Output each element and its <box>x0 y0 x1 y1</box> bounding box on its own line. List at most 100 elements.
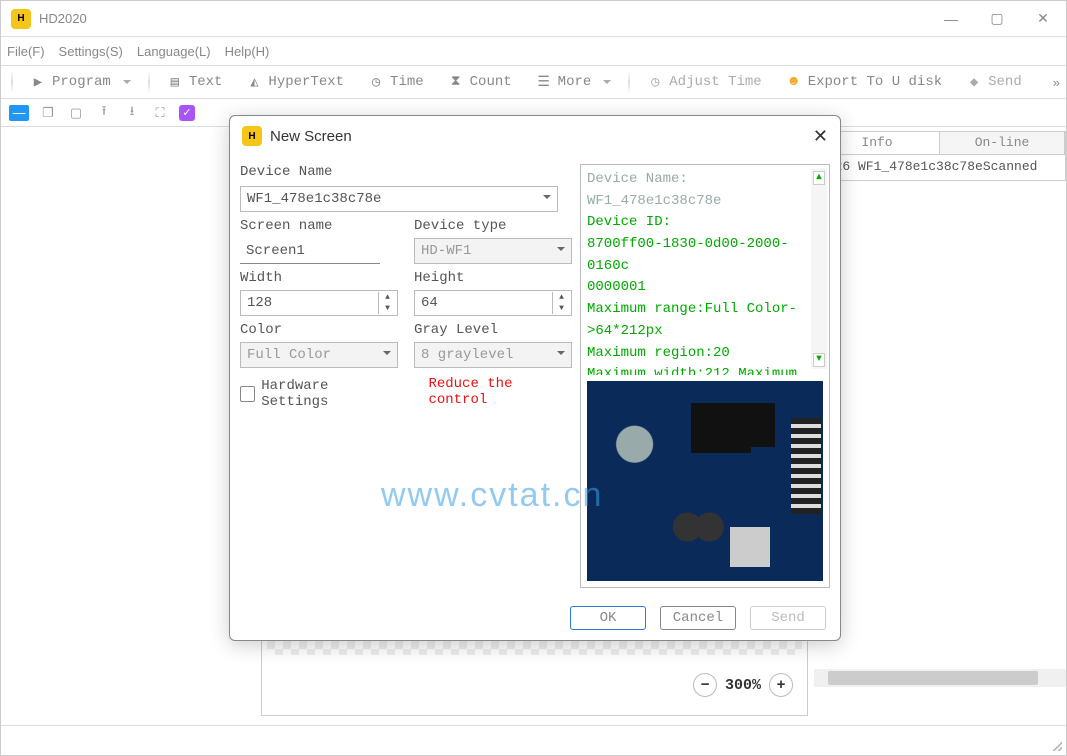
more-label: More <box>558 74 592 90</box>
count-button[interactable]: ⧗ Count <box>437 68 523 96</box>
dialog-send-button[interactable]: Send <box>750 606 826 630</box>
device-type-label: Device type <box>414 218 572 234</box>
dialog-close-button[interactable]: ✕ <box>813 126 828 147</box>
menu-settings[interactable]: Settings(S) <box>59 44 123 59</box>
hardware-settings-label: Hardware Settings <box>261 378 396 410</box>
reduce-note: Reduce the control <box>428 376 572 408</box>
text-button[interactable]: ▤ Text <box>156 68 234 96</box>
info-content: 3:26 WF1_478e1c38c78eScanned <box>814 155 1066 181</box>
close-button[interactable]: ✕ <box>1020 1 1066 37</box>
spin-down-icon[interactable]: ▼ <box>552 303 570 314</box>
menu-file[interactable]: File(F) <box>7 44 45 59</box>
sub-tool-expand-icon[interactable]: ⛶ <box>151 104 169 122</box>
hourglass-icon: ⧗ <box>448 74 464 90</box>
info-scrollbar[interactable]: ▴ ▾ <box>811 169 827 369</box>
app-title: HD2020 <box>39 11 87 26</box>
sub-tool-up-icon[interactable]: ⭱ <box>95 104 113 122</box>
sub-tool-screen-icon[interactable]: — <box>9 105 29 121</box>
info-line: Maximum region:20 <box>587 343 823 365</box>
sub-tool-check-icon[interactable]: ✓ <box>179 105 195 121</box>
device-name-label: Device Name <box>240 164 572 180</box>
clock-icon: ◷ <box>368 74 384 90</box>
menu-language[interactable]: Language(L) <box>137 44 211 59</box>
info-line: 0000001 <box>587 277 823 299</box>
hardware-settings-checkbox[interactable] <box>240 386 255 402</box>
export-icon: ☻ <box>786 74 802 90</box>
dialog-icon: H <box>242 126 262 146</box>
send-button[interactable]: ◆ Send <box>955 68 1033 96</box>
text-icon: ▤ <box>167 74 183 90</box>
time-button[interactable]: ◷ Time <box>357 68 435 96</box>
cancel-button[interactable]: Cancel <box>660 606 736 630</box>
toolbar: ▶ Program ▤ Text ◭ HyperText ◷ Time ⧗ Co… <box>1 65 1066 99</box>
text-label: Text <box>189 74 223 90</box>
new-screen-dialog: H New Screen ✕ Device Name WF1_478e1c38c… <box>229 115 841 641</box>
menubar: File(F) Settings(S) Language(L) Help(H) <box>1 37 1066 65</box>
zoom-in-button[interactable]: + <box>769 673 793 697</box>
export-label: Export To U disk <box>808 74 942 90</box>
dialog-title: New Screen <box>270 128 352 145</box>
toolbar-overflow[interactable]: » <box>1053 75 1060 90</box>
resize-grip[interactable] <box>1050 739 1062 751</box>
titlebar: H HD2020 — ▢ ✕ <box>1 1 1066 37</box>
height-input[interactable]: 64 ▲▼ <box>414 290 572 316</box>
export-button[interactable]: ☻ Export To U disk <box>775 68 953 96</box>
device-type-value: HD-WF1 <box>421 243 471 259</box>
tab-online[interactable]: On-line <box>940 132 1065 154</box>
count-label: Count <box>470 74 512 90</box>
screen-name-input[interactable] <box>240 238 380 264</box>
info-line: Device Name: WF1_478e1c38c78e <box>587 169 823 212</box>
scrollbar-thumb[interactable] <box>828 671 1038 685</box>
adjust-time-button[interactable]: ◷ Adjust Time <box>636 68 772 96</box>
info-line: >64*212px <box>587 321 823 343</box>
spin-up-icon[interactable]: ▲ <box>378 292 396 303</box>
hypertext-icon: ◭ <box>246 74 262 90</box>
sub-tool-down-icon[interactable]: ⭳ <box>123 104 141 122</box>
minimize-button[interactable]: — <box>928 1 974 37</box>
app-icon: H <box>11 9 31 29</box>
sub-tool-copy-icon[interactable]: ❐ <box>39 104 57 122</box>
statusbar <box>1 725 1066 755</box>
scroll-up-icon[interactable]: ▴ <box>813 171 825 185</box>
device-name-dropdown[interactable]: WF1_478e1c38c78e <box>240 186 558 212</box>
width-input[interactable]: 128 ▲▼ <box>240 290 398 316</box>
sub-tool-paste-icon[interactable]: ▢ <box>67 104 85 122</box>
chevron-down-icon <box>383 351 391 359</box>
width-value: 128 <box>247 295 272 311</box>
gray-label: Gray Level <box>414 322 572 338</box>
gray-value: 8 graylevel <box>421 347 513 363</box>
info-line: Maximum width:212 Maximum <box>587 364 823 375</box>
height-value: 64 <box>421 295 438 311</box>
side-scrollbar[interactable] <box>814 669 1066 687</box>
device-name-value: WF1_478e1c38c78e <box>247 191 381 207</box>
device-type-dropdown[interactable]: HD-WF1 <box>414 238 572 264</box>
info-line: Device ID: <box>587 212 823 234</box>
more-icon: ☰ <box>536 74 552 90</box>
zoom-control: − 300% + <box>693 673 793 697</box>
maximize-button[interactable]: ▢ <box>974 1 1020 37</box>
info-line: Maximum range:Full Color- <box>587 299 823 321</box>
time-label: Time <box>390 74 424 90</box>
play-icon: ▶ <box>30 74 46 90</box>
device-info-panel: Device Name: WF1_478e1c38c78e Device ID:… <box>580 164 830 588</box>
color-dropdown[interactable]: Full Color <box>240 342 398 368</box>
adjust-time-icon: ◷ <box>647 74 663 90</box>
zoom-out-button[interactable]: − <box>693 673 717 697</box>
program-label: Program <box>52 74 111 90</box>
menu-help[interactable]: Help(H) <box>225 44 270 59</box>
gray-dropdown[interactable]: 8 graylevel <box>414 342 572 368</box>
scroll-down-icon[interactable]: ▾ <box>813 353 825 367</box>
hypertext-label: HyperText <box>268 74 344 90</box>
more-button[interactable]: ☰ More <box>525 68 623 96</box>
send-label: Send <box>988 74 1022 90</box>
adjust-time-label: Adjust Time <box>669 74 761 90</box>
chevron-down-icon <box>543 195 551 203</box>
color-label: Color <box>240 322 398 338</box>
program-button[interactable]: ▶ Program <box>19 68 142 96</box>
spin-up-icon[interactable]: ▲ <box>552 292 570 303</box>
ok-button[interactable]: OK <box>570 606 646 630</box>
hypertext-button[interactable]: ◭ HyperText <box>235 68 355 96</box>
spin-down-icon[interactable]: ▼ <box>378 303 396 314</box>
chevron-down-icon <box>557 247 565 255</box>
width-label: Width <box>240 270 398 286</box>
